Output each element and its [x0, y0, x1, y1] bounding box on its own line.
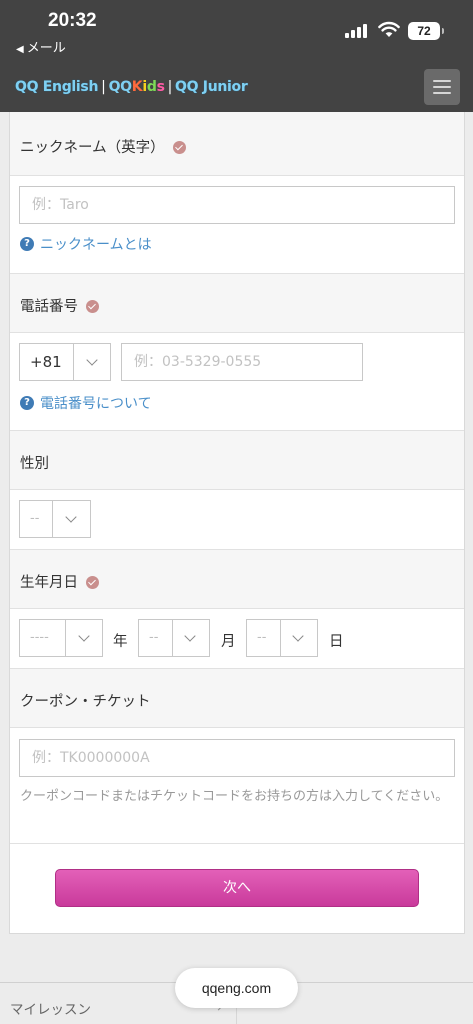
- gender-value: --: [30, 511, 40, 526]
- phone-input[interactable]: 例：03-5329-0555: [121, 343, 363, 381]
- phone-input-row: +81 例：03-5329-0555 ? 電話番号について: [10, 333, 464, 431]
- birth-day-select[interactable]: --: [246, 619, 318, 657]
- nickname-input-row: 例：Taro ? ニックネームとは: [10, 176, 464, 274]
- select-divider: [172, 620, 173, 656]
- birth-year-value: ----: [30, 630, 49, 645]
- logo-qq: QQ: [108, 79, 133, 95]
- cellular-signal-icon: [345, 24, 369, 38]
- nickname-label-row: ニックネーム（英字）: [10, 112, 464, 176]
- chevron-down-icon: [184, 630, 196, 642]
- birth-day-value: --: [257, 630, 267, 645]
- day-unit: 日: [329, 634, 344, 650]
- birth-month-select[interactable]: --: [138, 619, 210, 657]
- birthday-label: 生年月日: [20, 575, 78, 591]
- year-unit: 年: [113, 634, 128, 650]
- phone-label-row: 電話番号: [10, 274, 464, 333]
- hamburger-menu-icon[interactable]: [424, 69, 460, 105]
- nickname-label: ニックネーム（英字）: [20, 140, 165, 156]
- nickname-input[interactable]: 例：Taro: [19, 186, 455, 224]
- qq-logo[interactable]: QQ English | QQKids | QQ Junior: [15, 79, 248, 95]
- wifi-icon: [378, 21, 400, 37]
- chevron-down-icon: [78, 630, 90, 642]
- nickname-help-text: ニックネームとは: [40, 237, 152, 253]
- country-code-select[interactable]: +81: [19, 343, 111, 381]
- next-button[interactable]: 次へ: [55, 869, 419, 907]
- logo-separator: |: [101, 79, 106, 95]
- logo-qq-junior: QQ Junior: [175, 79, 248, 95]
- coupon-input-row: 例：TK0000000A クーポンコードまたはチケットコードをお持ちの方は入力し…: [10, 728, 464, 844]
- required-check-icon: [86, 575, 99, 589]
- gender-label-row: 性別: [10, 431, 464, 490]
- birthday-input-row: ---- 年 -- 月 -- 日: [10, 609, 464, 669]
- birth-year-select[interactable]: ----: [19, 619, 103, 657]
- coupon-label-row: クーポン・チケット: [10, 669, 464, 728]
- phone-help-link[interactable]: ? 電話番号について: [20, 393, 152, 413]
- browser-url-pill[interactable]: qqeng.com: [175, 968, 298, 1008]
- coupon-input[interactable]: 例：TK0000000A: [19, 739, 455, 777]
- birthday-label-row: 生年月日: [10, 550, 464, 609]
- back-to-mail-link[interactable]: ◀ メール: [16, 37, 66, 56]
- battery-icon: 72: [408, 22, 444, 40]
- question-circle-icon: ?: [20, 237, 34, 251]
- gender-select[interactable]: --: [19, 500, 91, 538]
- select-divider: [73, 344, 74, 380]
- select-divider: [52, 501, 53, 537]
- logo-qq-english: QQ English: [15, 79, 99, 95]
- chevron-down-icon: [292, 630, 304, 642]
- chevron-down-icon: [65, 511, 77, 523]
- my-lessons-link[interactable]: マイレッスン: [10, 998, 91, 1018]
- birthday-label-wrap: 生年月日: [20, 571, 99, 592]
- chevron-down-icon: [86, 354, 98, 366]
- select-divider: [280, 620, 281, 656]
- country-code-value: +81: [30, 353, 62, 371]
- birth-month-value: --: [149, 630, 159, 645]
- gender-input-row: --: [10, 490, 464, 550]
- back-triangle-icon: ◀: [16, 44, 24, 55]
- nickname-help-link[interactable]: ? ニックネームとは: [20, 234, 152, 254]
- select-divider: [65, 620, 66, 656]
- app-header: QQ English | QQKids | QQ Junior: [0, 62, 473, 112]
- back-label: メール: [26, 41, 66, 56]
- registration-form: ニックネーム（英字） 例：Taro ? ニックネームとは 電話番号 +81 例：0…: [9, 112, 465, 934]
- logo-kids-s: s: [156, 79, 165, 95]
- status-bar: 20:32 ◀ メール 72: [0, 0, 473, 62]
- phone-help-text: 電話番号について: [40, 396, 152, 412]
- phone-label-wrap: 電話番号: [20, 295, 99, 316]
- nickname-label-wrap: ニックネーム（英字）: [20, 136, 186, 157]
- coupon-label: クーポン・チケット: [20, 694, 151, 710]
- status-time: 20:32: [48, 10, 97, 31]
- required-check-icon: [86, 299, 99, 313]
- month-unit: 月: [221, 634, 236, 650]
- phone-label: 電話番号: [20, 299, 78, 315]
- logo-kids-k: K: [131, 79, 143, 95]
- question-circle-icon: ?: [20, 396, 34, 410]
- logo-separator-2: |: [167, 79, 173, 95]
- logo-kids-d: d: [146, 79, 157, 95]
- required-check-icon: [172, 140, 186, 154]
- coupon-note: クーポンコードまたはチケットコードをお持ちの方は入力してください。: [20, 789, 449, 804]
- gender-label: 性別: [20, 456, 49, 472]
